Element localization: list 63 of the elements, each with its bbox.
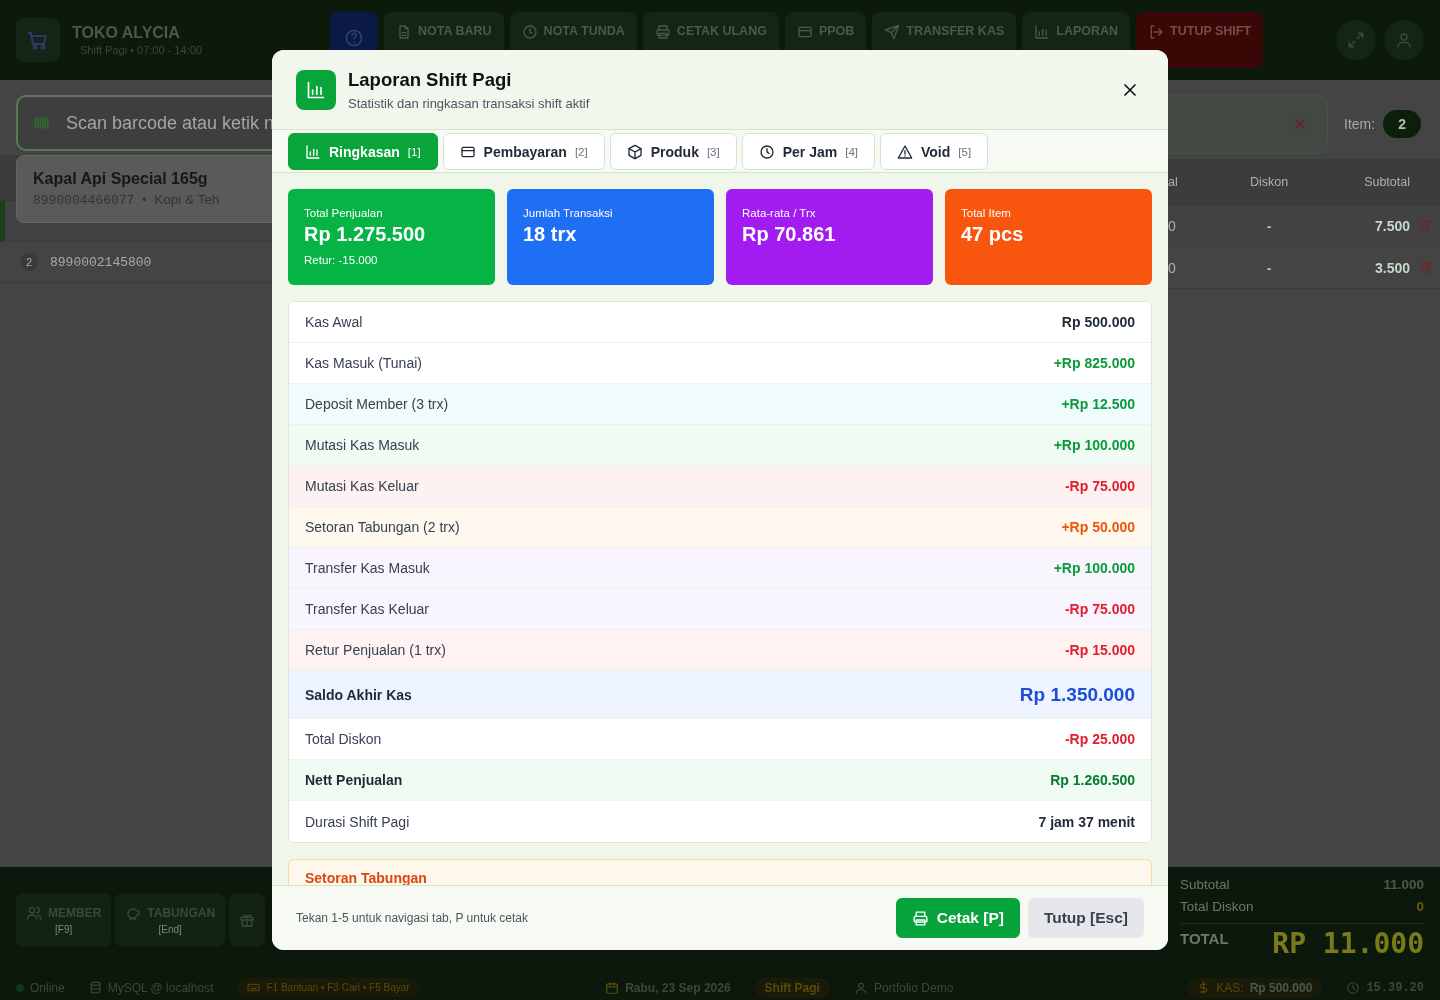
total-value: RP 11.000 <box>1272 930 1424 958</box>
row-value: +Rp 825.000 <box>1053 355 1135 371</box>
shift-badge: Shift Pagi <box>754 977 830 998</box>
stat-label: Rata-rata / Trx <box>742 207 817 219</box>
row-value: Rp 1.260.500 <box>1050 772 1135 788</box>
dialog-subtitle: Statistik dan ringkasan transaksi shift aktif <box>348 95 590 111</box>
product-name: Kapal Api Special 165g <box>33 170 209 188</box>
stat-label: Total Penjualan <box>304 207 384 219</box>
stat-note: Retur: -15.000 <box>304 254 379 266</box>
row-label: Deposit Member (3 trx) <box>305 396 449 412</box>
column-header: Subtotal <box>1363 174 1410 189</box>
dialog-title: Laporan Shift Pagi <box>348 68 513 91</box>
stat-value: 18 trx <box>523 223 578 246</box>
table-cell-text: 7.500 <box>1373 217 1410 234</box>
row-value: Rp 1.350.000 <box>1019 683 1135 706</box>
row-number: 2 <box>20 253 38 271</box>
row-label: Mutasi Kas Keluar <box>305 478 419 494</box>
row-label: Retur Penjualan (1 trx) <box>305 642 446 658</box>
subtotal-label: Subtotal <box>1180 877 1230 894</box>
store-name: TOKO ALYCIA <box>72 24 181 42</box>
row-label: Transfer Kas Keluar <box>305 601 429 617</box>
subtotal-value: 11.000 <box>1383 877 1424 894</box>
barcode-text: 8990002145800 <box>50 254 152 270</box>
row-label: Transfer Kas Masuk <box>305 560 430 576</box>
item-label: Item: <box>1344 115 1376 132</box>
column-header: Diskon <box>1248 174 1290 189</box>
row-value: +Rp 12.500 <box>1061 396 1135 412</box>
keyboard-hint: Tekan 1-5 untuk navigasi tab, P untuk cetak <box>296 911 528 925</box>
row-value: +Rp 50.000 <box>1061 519 1135 535</box>
total-label: TOTAL <box>1180 930 1229 947</box>
column-header: al <box>1168 174 1179 189</box>
table-cell-text: 0 <box>1168 217 1177 234</box>
item-count: 2 <box>1383 109 1421 138</box>
row-value: -Rp 25.000 <box>1064 731 1135 747</box>
row-value: Rp 500.000 <box>1061 314 1135 330</box>
stat-value: Rp 70.861 <box>742 223 837 246</box>
row-value: 7 jam 37 menit <box>1038 813 1135 830</box>
row-value: -Rp 15.000 <box>1064 642 1135 658</box>
row-value: +Rp 100.000 <box>1053 437 1135 453</box>
discount-value: 0 <box>1416 899 1424 916</box>
row-label: Kas Awal <box>305 314 363 330</box>
stat-value: 47 pcs <box>961 223 1025 246</box>
row-label: Total Diskon <box>305 731 382 747</box>
row-value: -Rp 75.000 <box>1064 478 1135 494</box>
row-label: Nett Penjualan <box>305 772 403 788</box>
row-label: Mutasi Kas Masuk <box>305 437 420 453</box>
stat-value: Rp 1.275.500 <box>304 223 427 246</box>
row-value: +Rp 100.000 <box>1053 560 1135 576</box>
section-title: Setoran Tabungan <box>305 870 428 885</box>
row-label: Saldo Akhir Kas <box>305 686 412 703</box>
stat-label: Total Item <box>961 207 1012 219</box>
row-value: -Rp 75.000 <box>1064 601 1135 617</box>
table-cell-text: 0 <box>1168 259 1177 276</box>
table-cell-text: - <box>1265 259 1273 276</box>
shortcut-hint: F1 Bantuan • F3 Cari • F5 Bayar <box>237 978 420 997</box>
cash-badge: KAS: Rp 500.000 <box>1187 977 1323 998</box>
discount-label: Total Diskon <box>1180 899 1254 916</box>
row-label: Setoran Tabungan (2 trx) <box>305 519 460 535</box>
stat-label: Jumlah Transaksi <box>523 207 614 219</box>
row-label: Kas Masuk (Tunai) <box>305 355 422 371</box>
table-cell-text: 3.500 <box>1373 259 1410 276</box>
row-label: Durasi Shift Pagi <box>305 813 410 830</box>
table-cell-text: - <box>1265 217 1273 234</box>
